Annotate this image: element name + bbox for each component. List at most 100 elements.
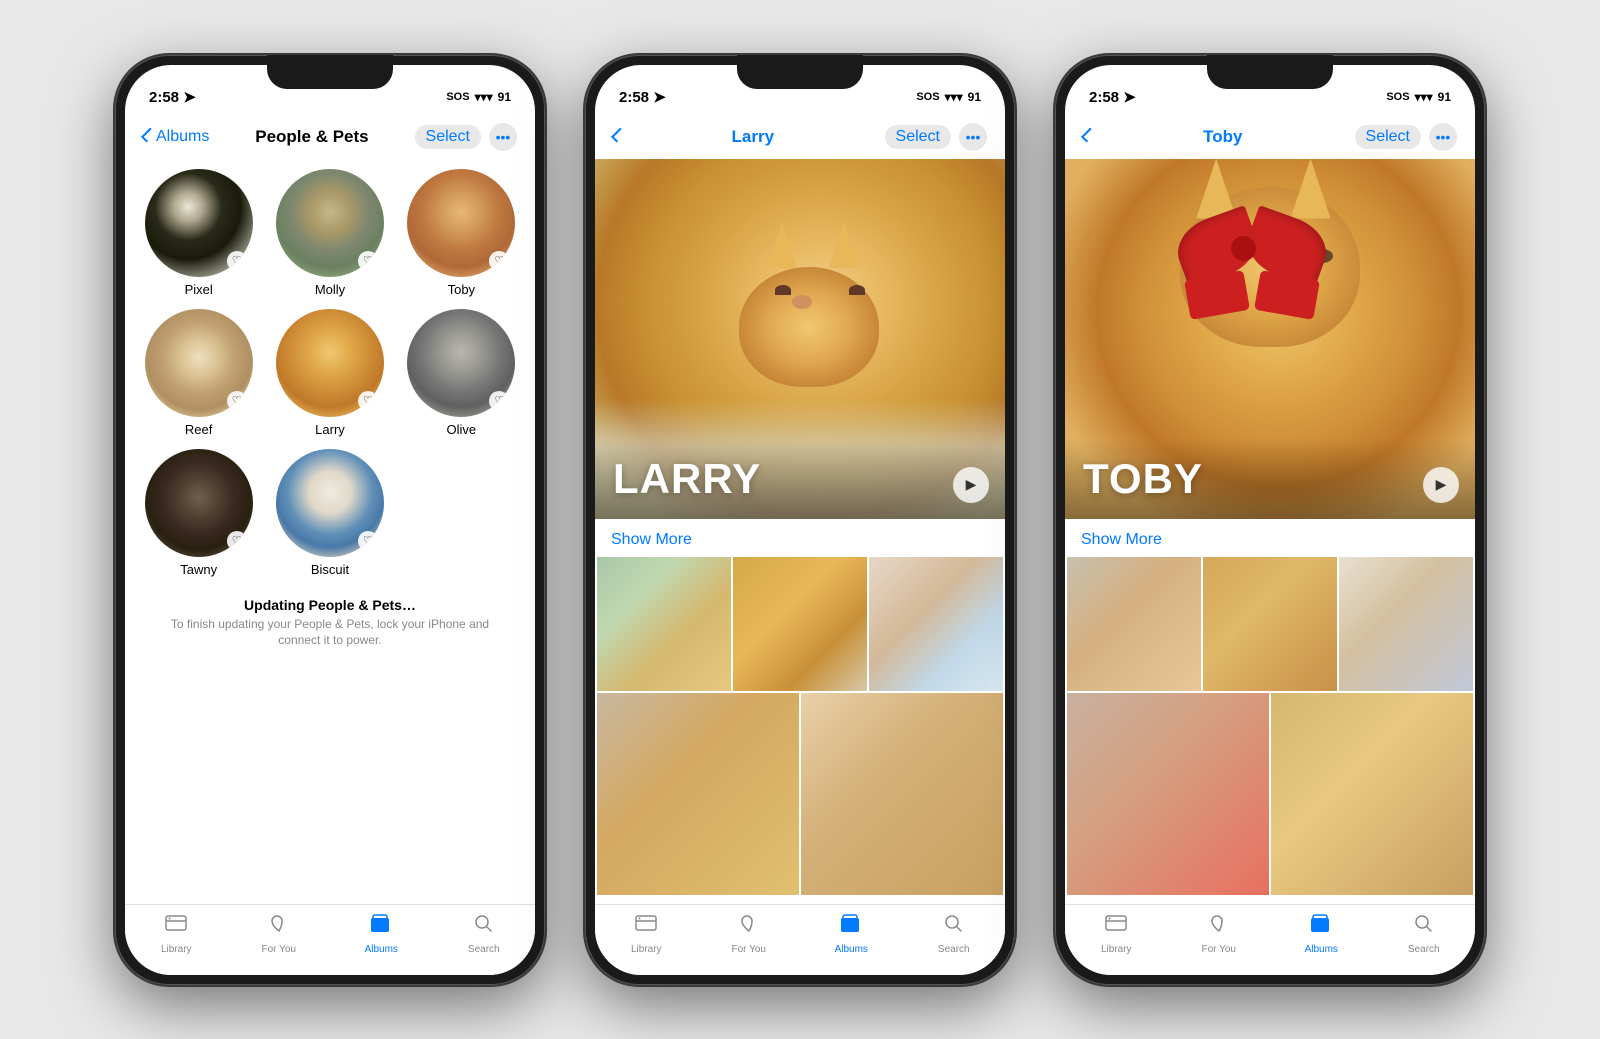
person-reef[interactable]: ♡ Reef <box>141 309 256 437</box>
larry-pet-name: LARRY <box>613 455 761 502</box>
larry-thumb-4[interactable] <box>597 693 799 895</box>
library-icon-larry <box>635 913 657 941</box>
tab-albums[interactable]: Albums <box>330 913 433 955</box>
back-label: Albums <box>156 128 209 146</box>
tab-library-larry[interactable]: Library <box>595 913 698 955</box>
heart-icon-reef: ♡ <box>227 391 247 411</box>
larry-thumbs-row1 <box>595 557 1005 691</box>
sos-label: SOS <box>446 91 469 103</box>
tab-library[interactable]: Library <box>125 913 228 955</box>
person-toby[interactable]: ♡ Toby <box>404 169 519 297</box>
toby-thumb-2[interactable] <box>1203 557 1337 691</box>
tab-for-you[interactable]: For You <box>228 913 331 955</box>
tab-albums-label-larry: Albums <box>835 944 868 955</box>
select-button-toby[interactable]: Select <box>1355 125 1421 149</box>
play-button-larry[interactable]: ▶ <box>953 467 989 503</box>
tab-albums-larry[interactable]: Albums <box>800 913 903 955</box>
nav-title: People & Pets <box>255 127 368 147</box>
notch <box>267 55 393 89</box>
tab-albums-label-toby: Albums <box>1305 944 1338 955</box>
larry-thumb-5[interactable] <box>801 693 1003 895</box>
larry-thumbs-row2 <box>595 691 1005 895</box>
update-notice: Updating People & Pets… To finish updati… <box>125 587 535 660</box>
heart-icon-pixel: ♡ <box>227 251 247 271</box>
person-pixel[interactable]: ♡ Pixel <box>141 169 256 297</box>
tab-foryou-toby[interactable]: For You <box>1168 913 1271 955</box>
person-circle-pixel: ♡ <box>145 169 253 277</box>
toby-thumb-3[interactable] <box>1339 557 1473 691</box>
back-button-toby[interactable] <box>1083 130 1091 143</box>
play-button-toby[interactable]: ▶ <box>1423 467 1459 503</box>
status-time: 2:58 ➤ <box>149 88 196 106</box>
tab-foryou-label-toby: For You <box>1202 944 1236 955</box>
person-name-reef: Reef <box>185 422 212 437</box>
person-tawny[interactable]: ♡ Tawny <box>141 449 256 577</box>
larry-thumb-1[interactable] <box>597 557 731 691</box>
nav-bar-toby: Toby Select ••• <box>1065 115 1475 159</box>
larry-hero-image[interactable]: LARRY ▶ <box>595 159 1005 519</box>
search-icon-toby <box>1413 913 1435 941</box>
person-name-tawny: Tawny <box>180 562 217 577</box>
wifi-icon-larry: ▾▾▾ <box>945 90 963 104</box>
person-name-pixel: Pixel <box>185 282 213 297</box>
sos-label-toby: SOS <box>1386 91 1409 103</box>
tab-library-label-toby: Library <box>1101 944 1132 955</box>
heart-icon-toby: ♡ <box>489 251 509 271</box>
tab-search-toby[interactable]: Search <box>1373 913 1476 955</box>
albums-icon <box>370 913 392 941</box>
search-icon-larry <box>943 913 965 941</box>
phone-people-pets: 2:58 ➤ SOS ▾▾▾ 91 Albums People & Pets S… <box>115 55 545 985</box>
person-molly[interactable]: ♡ Molly <box>272 169 387 297</box>
battery-label-larry: 91 <box>968 90 981 104</box>
more-button-larry[interactable]: ••• <box>959 123 987 151</box>
phone-screen: 2:58 ➤ SOS ▾▾▾ 91 Albums People & Pets S… <box>125 65 535 975</box>
person-larry[interactable]: ♡ Larry <box>272 309 387 437</box>
select-button[interactable]: Select <box>415 125 481 149</box>
phone-larry-detail: 2:58 ➤ SOS ▾▾▾ 91 Larry Select ••• <box>585 55 1015 985</box>
tab-foryou-label-larry: For You <box>732 944 766 955</box>
heart-icon-olive: ♡ <box>489 391 509 411</box>
tab-library-label-larry: Library <box>631 944 662 955</box>
library-icon-toby <box>1105 913 1127 941</box>
person-circle-larry: ♡ <box>276 309 384 417</box>
nav-title-larry: Larry <box>732 127 775 147</box>
tab-foryou-larry[interactable]: For You <box>698 913 801 955</box>
show-more-larry[interactable]: Show More <box>595 519 1005 557</box>
tab-search-larry[interactable]: Search <box>903 913 1006 955</box>
tab-library-toby[interactable]: Library <box>1065 913 1168 955</box>
toby-hero-image[interactable]: TOBY ▶ <box>1065 159 1475 519</box>
person-name-olive: Olive <box>447 422 477 437</box>
tab-albums-toby[interactable]: Albums <box>1270 913 1373 955</box>
albums-icon-larry <box>840 913 862 941</box>
tab-bar-larry: Library For You Albums Search <box>595 904 1005 975</box>
sos-label-larry: SOS <box>916 91 939 103</box>
status-right-toby: SOS ▾▾▾ 91 <box>1386 90 1451 104</box>
larry-thumb-2[interactable] <box>733 557 867 691</box>
toby-thumb-4[interactable] <box>1067 693 1269 895</box>
tab-search[interactable]: Search <box>433 913 536 955</box>
larry-thumb-3[interactable] <box>869 557 1003 691</box>
update-notice-text: To finish updating your People & Pets, l… <box>149 616 511 650</box>
person-circle-reef: ♡ <box>145 309 253 417</box>
back-button[interactable]: Albums <box>143 128 209 146</box>
notch-toby <box>1207 55 1333 89</box>
person-olive[interactable]: ♡ Olive <box>404 309 519 437</box>
person-name-toby: Toby <box>448 282 475 297</box>
show-more-toby[interactable]: Show More <box>1065 519 1475 557</box>
person-biscuit[interactable]: ♡ Biscuit <box>272 449 387 577</box>
select-button-larry[interactable]: Select <box>885 125 951 149</box>
toby-thumb-1[interactable] <box>1067 557 1201 691</box>
notch <box>737 55 863 89</box>
search-icon <box>473 913 495 941</box>
more-button-toby[interactable]: ••• <box>1429 123 1457 151</box>
heart-icon-molly: ♡ <box>358 251 378 271</box>
more-button[interactable]: ••• <box>489 123 517 151</box>
toby-thumb-5[interactable] <box>1271 693 1473 895</box>
toby-content: TOBY ▶ Show More <box>1065 159 1475 904</box>
back-button-larry[interactable] <box>613 130 621 143</box>
battery-label: 91 <box>498 90 511 104</box>
library-icon <box>165 913 187 941</box>
nav-actions-toby: Select ••• <box>1355 123 1457 151</box>
tab-search-label-larry: Search <box>938 944 970 955</box>
toby-pet-name: TOBY <box>1083 455 1203 502</box>
